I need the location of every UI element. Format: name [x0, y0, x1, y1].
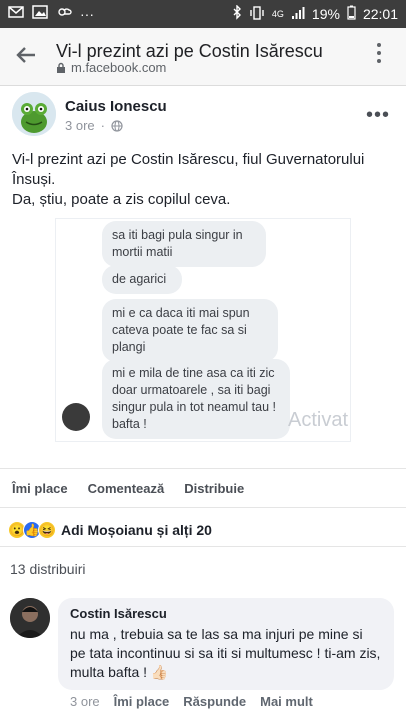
more-notifications-icon: ··· — [80, 5, 94, 22]
chat-message: de agarici — [102, 265, 182, 294]
reactions-label: Adi Moșoianu și alți 20 — [61, 521, 212, 538]
post-options-button[interactable]: ••• — [366, 104, 390, 127]
frog-avatar-icon — [12, 92, 56, 136]
network-label: 4G — [271, 9, 284, 19]
signal-icon — [291, 6, 305, 23]
url-bar[interactable]: m.facebook.com — [56, 60, 166, 75]
post-text: Vi-l prezint azi pe Costin Isărescu, fiu… — [12, 150, 398, 210]
url-text: m.facebook.com — [71, 60, 167, 75]
comment-text: nu ma , trebuia sa te las sa ma injuri p… — [70, 626, 381, 680]
post-text-line2: Da, știu, poate a zis copilul ceva. — [12, 191, 231, 208]
comment-reply-button[interactable]: Răspunde — [183, 694, 246, 709]
post-meta: 3 ore · — [65, 118, 123, 133]
chat-message: mi e ca daca iti mai spun cateva poate t… — [102, 299, 278, 362]
globe-icon — [111, 119, 123, 132]
battery-icon — [347, 5, 356, 23]
gallery-icon — [32, 5, 48, 22]
status-bar: ··· 4G 19% 22:01 — [0, 0, 406, 28]
share-button[interactable]: Distribuie — [184, 481, 244, 496]
bluetooth-icon — [232, 4, 242, 23]
kebab-menu-icon — [377, 43, 381, 63]
haha-icon: 😆 — [38, 520, 56, 539]
battery-percent: 19% — [311, 6, 340, 22]
reaction-icons: 😮 👍 😆 — [8, 520, 56, 539]
post-text-line1: Vi-l prezint azi pe Costin Isărescu, fiu… — [12, 151, 365, 188]
mail-icon — [8, 5, 24, 22]
reactions-summary[interactable]: 😮 👍 😆 Adi Moșoianu și alți 20 — [0, 513, 406, 547]
post-author[interactable]: Caius Ionescu — [65, 98, 167, 115]
comment-actions: 3 ore Îmi place Răspunde Mai mult — [70, 694, 313, 709]
comment-author[interactable]: Costin Isărescu — [70, 606, 382, 621]
comment-time[interactable]: 3 ore — [70, 694, 100, 709]
more-dots-icon: ••• — [365, 104, 390, 126]
author-avatar[interactable] — [12, 92, 56, 136]
chat-message: mi e mila de tine asa ca iti zic doar ur… — [102, 359, 290, 439]
browser-menu-button[interactable] — [376, 42, 388, 68]
browser-header: Vi-l prezint azi pe Costin Isărescu m.fa… — [0, 28, 406, 86]
page-title: Vi-l prezint azi pe Costin Isărescu — [56, 41, 323, 61]
lock-icon — [57, 62, 65, 73]
back-arrow-icon — [16, 47, 35, 63]
comment-button[interactable]: Comentează — [88, 481, 165, 496]
post-image[interactable]: sa iti bagi pula singur in mortii matii … — [55, 218, 351, 442]
chat-message: sa iti bagi pula singur in mortii matii — [102, 221, 266, 267]
watermark: Activat — [288, 409, 349, 431]
chat-avatar — [62, 403, 90, 431]
back-button[interactable] — [10, 40, 42, 70]
post-header: Caius Ionescu 3 ore · ••• — [0, 86, 406, 146]
comment-more-button[interactable]: Mai mult — [260, 694, 313, 709]
weather-icon — [56, 5, 72, 22]
commenter-photo-icon — [10, 598, 50, 638]
like-button[interactable]: Îmi place — [12, 481, 68, 496]
comment-bubble: Costin Isărescu nu ma , trebuia sa te la… — [58, 598, 394, 690]
post-time[interactable]: 3 ore — [65, 118, 95, 133]
clock: 22:01 — [362, 6, 398, 22]
dot-separator: · — [100, 118, 105, 133]
post-action-bar: Îmi place Comentează Distribuie — [0, 468, 406, 508]
shares-count[interactable]: 13 distribuiri — [10, 561, 85, 577]
comment-avatar[interactable] — [10, 598, 50, 638]
vibrate-icon — [249, 5, 265, 23]
comment-like-button[interactable]: Îmi place — [114, 694, 170, 709]
